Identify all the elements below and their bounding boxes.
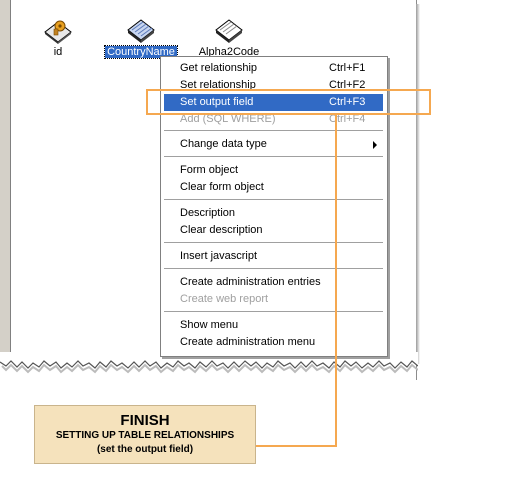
menu-item-label: Insert javascript: [180, 250, 258, 262]
panel-left-border: [0, 0, 11, 360]
menu-item-label: Change data type: [180, 138, 267, 150]
menu-item-label: Get relationship: [180, 62, 258, 74]
menu-item-change-data-type[interactable]: Change data type: [164, 136, 383, 153]
menu-item-create-administration-entries[interactable]: Create administration entries: [164, 274, 383, 291]
table-field-icon: [215, 19, 243, 43]
menu-item-label: Set output field: [180, 96, 254, 108]
context-menu: Get relationship Ctrl+F1 Set relationshi…: [160, 56, 388, 357]
menu-separator: [164, 311, 383, 313]
menu-separator: [164, 130, 383, 132]
menu-item-label: Clear form object: [180, 181, 264, 193]
menu-item-clear-description[interactable]: Clear description: [164, 222, 383, 239]
menu-item-insert-javascript[interactable]: Insert javascript: [164, 248, 383, 265]
menu-item-clear-form-object[interactable]: Clear form object: [164, 179, 383, 196]
menu-item-show-menu[interactable]: Show menu: [164, 317, 383, 334]
menu-separator: [164, 242, 383, 244]
menu-separator: [164, 268, 383, 270]
menu-separator: [164, 199, 383, 201]
menu-item-set-output-field[interactable]: Set output field Ctrl+F3: [164, 94, 383, 111]
menu-item-shortcut: Ctrl+F2: [329, 79, 366, 91]
callout-note: (set the output field): [96, 444, 194, 455]
menu-item-add-sql-where: Add (SQL WHERE) Ctrl+F4: [164, 111, 383, 128]
menu-item-shortcut: Ctrl+F3: [329, 96, 366, 108]
key-table-icon: [44, 20, 72, 44]
menu-item-label: Create administration menu: [180, 336, 316, 348]
callout-title: FINISH: [120, 412, 170, 429]
menu-item-get-relationship[interactable]: Get relationship Ctrl+F1: [164, 60, 383, 77]
menu-item-label: Clear description: [180, 224, 263, 236]
menu-item-label: Create administration entries: [180, 276, 321, 288]
menu-item-shortcut: Ctrl+F1: [329, 62, 366, 74]
menu-item-create-web-report: Create web report: [164, 291, 383, 308]
menu-item-label: Form object: [180, 164, 239, 176]
callout-box: FINISH SETTING UP TABLE RELATIONSHIPS (s…: [34, 405, 256, 464]
callout-subtitle: SETTING UP TABLE RELATIONSHIPS: [55, 430, 235, 441]
menu-item-description[interactable]: Description: [164, 205, 383, 222]
menu-item-label: Set relationship: [180, 79, 256, 91]
callout-connector-horizontal: [256, 445, 337, 447]
menu-item-label: Show menu: [180, 319, 239, 331]
menu-item-set-relationship[interactable]: Set relationship Ctrl+F2: [164, 77, 383, 94]
field-id[interactable]: id: [38, 18, 78, 58]
table-field-icon: [127, 19, 155, 43]
field-countryname[interactable]: CountryName: [104, 18, 178, 59]
submenu-arrow-icon: [373, 141, 377, 149]
field-label: id: [53, 46, 63, 58]
menu-item-form-object[interactable]: Form object: [164, 162, 383, 179]
menu-item-create-administration-menu[interactable]: Create administration menu: [164, 334, 383, 351]
field-alpha2code[interactable]: Alpha2Code: [194, 18, 264, 58]
menu-item-label: Description: [180, 207, 236, 219]
callout-connector-vertical: [335, 115, 337, 446]
menu-separator: [164, 156, 383, 158]
menu-item-label: Add (SQL WHERE): [180, 113, 276, 125]
menu-item-label: Create web report: [180, 293, 269, 305]
panel-shadow: [416, 4, 420, 364]
